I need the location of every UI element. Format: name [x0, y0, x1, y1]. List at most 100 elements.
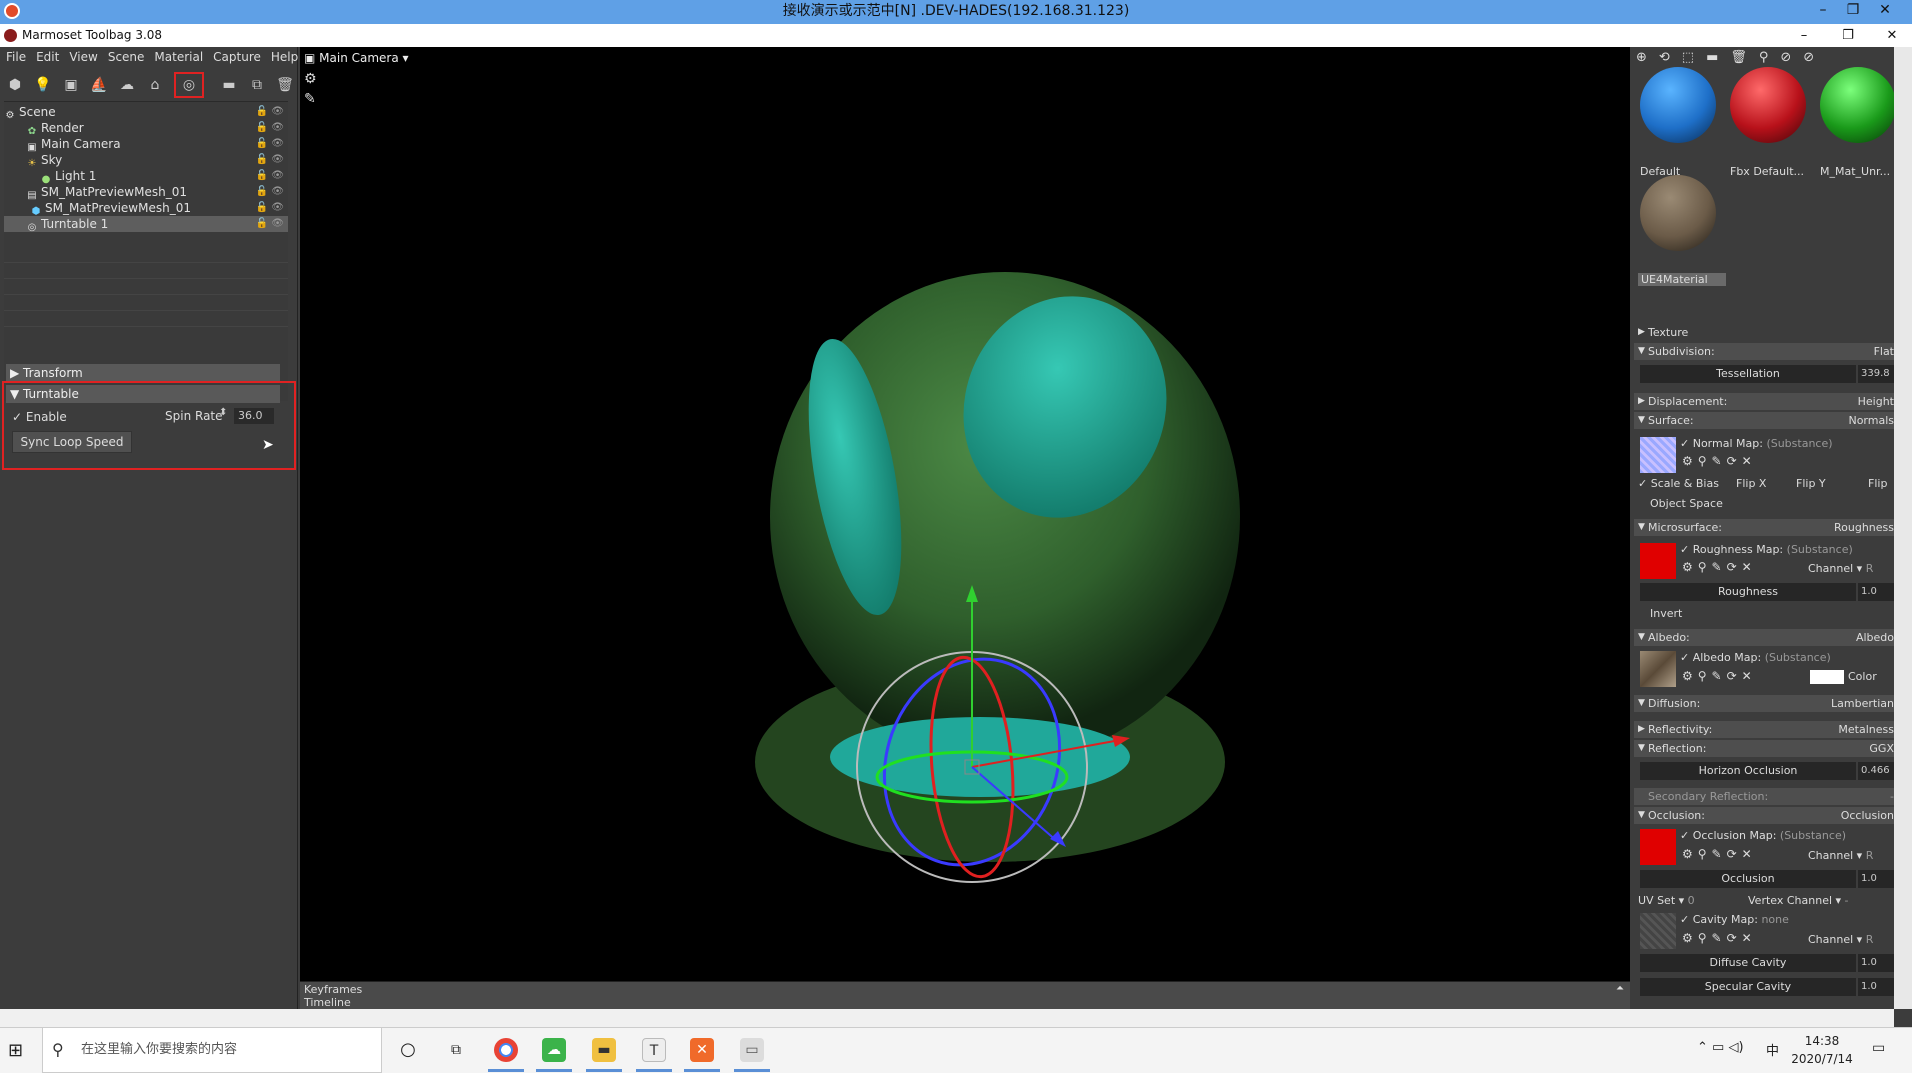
tree-item-scene[interactable]: ⚙ Scene 🔓 👁: [4, 104, 288, 121]
clock-date[interactable]: 2020/7/14: [1788, 1052, 1856, 1066]
section-surface[interactable]: ▼ Surface: Normals: [1634, 412, 1894, 429]
specular-cavity-slider[interactable]: Specular Cavity: [1640, 978, 1856, 996]
app-minimize-button[interactable]: –: [1786, 24, 1822, 47]
flip-z-checkbox[interactable]: Flip: [1868, 477, 1887, 490]
wechat-icon[interactable]: ☁: [542, 1038, 566, 1062]
cortana-icon[interactable]: ○: [396, 1038, 420, 1062]
remote-minimize-button[interactable]: –: [1808, 0, 1838, 24]
material-thumb-ue4material[interactable]: [1640, 175, 1716, 251]
tree-item-main-camera[interactable]: ▣ Main Camera 🔓 👁: [4, 136, 288, 153]
horizon-occlusion-value[interactable]: 0.466: [1858, 762, 1894, 780]
albedo-map-swatch[interactable]: [1640, 651, 1676, 687]
texture-slot-icons[interactable]: ⚙⚲✎⟳✕: [1682, 454, 1757, 468]
lock-visibility-icons[interactable]: 🔓 👁: [256, 216, 284, 232]
notification-icon[interactable]: ▭: [1872, 1040, 1885, 1056]
lock-visibility-icons[interactable]: 🔓 👁: [256, 168, 284, 184]
add-turntable-icon[interactable]: ◎: [174, 72, 204, 98]
menu-capture[interactable]: Capture: [213, 50, 261, 64]
section-reflectivity[interactable]: ▶ Reflectivity: Metalness: [1634, 721, 1894, 738]
duplicate-icon[interactable]: ⧉: [248, 76, 266, 94]
add-shadow-catcher-icon[interactable]: ⛵: [90, 76, 108, 94]
ime-indicator[interactable]: 中: [1766, 1040, 1779, 1059]
section-transform[interactable]: ▶ Transform: [6, 364, 280, 382]
tessellation-value[interactable]: 339.8: [1858, 365, 1894, 383]
channel-dropdown[interactable]: Channel ▾ R: [1808, 562, 1873, 575]
add-light-icon[interactable]: 💡: [34, 76, 52, 94]
texture-slot-icons[interactable]: ⚙⚲✎⟳✕: [1682, 669, 1757, 683]
section-secondary-reflection[interactable]: Secondary Reflection: -: [1634, 788, 1894, 805]
diffuse-cavity-value[interactable]: 1.0: [1858, 954, 1894, 972]
lock-visibility-icons[interactable]: 🔓 👁: [256, 152, 284, 168]
diffuse-cavity-slider[interactable]: Diffuse Cavity: [1640, 954, 1856, 972]
task-view-icon[interactable]: ⧉: [444, 1038, 468, 1062]
file-explorer-icon[interactable]: ▬: [592, 1038, 616, 1062]
chrome-icon[interactable]: [494, 1038, 518, 1062]
text-editor-icon[interactable]: T: [642, 1038, 666, 1062]
texture-slot-icons[interactable]: ⚙⚲✎⟳✕: [1682, 847, 1757, 861]
tree-item-mesh-2[interactable]: ⬢ SM_MatPreviewMesh_01 🔓 👁: [4, 200, 288, 217]
material-thumb-default[interactable]: [1640, 67, 1716, 143]
tree-item-light-1[interactable]: ● Light 1 🔓 👁: [4, 168, 288, 185]
section-diffusion[interactable]: ▼ Diffusion: Lambertian: [1634, 695, 1894, 712]
menu-help[interactable]: Help: [271, 50, 298, 64]
occlusion-value[interactable]: 1.0: [1858, 870, 1894, 888]
right-panel-scrollbar[interactable]: [1894, 47, 1912, 1009]
open-folder-icon[interactable]: ▬: [220, 76, 238, 94]
app-close-button[interactable]: ✕: [1874, 24, 1910, 47]
add-fog-icon[interactable]: ☁: [118, 76, 136, 94]
lock-visibility-icons[interactable]: 🔓 👁: [256, 120, 284, 136]
section-displacement[interactable]: ▶ Displacement: Height: [1634, 393, 1894, 410]
lock-visibility-icons[interactable]: 🔓 👁: [256, 136, 284, 152]
material-toolbar[interactable]: ⊕⟲⬚▬🗑⚲⊘⊘: [1636, 50, 1826, 65]
sync-loop-speed-button[interactable]: Sync Loop Speed: [12, 431, 132, 453]
specular-cavity-value[interactable]: 1.0: [1858, 978, 1894, 996]
tessellation-slider[interactable]: Tessellation: [1640, 365, 1856, 383]
section-occlusion[interactable]: ▼ Occlusion: Occlusion: [1634, 807, 1894, 824]
section-microsurface[interactable]: ▼ Microsurface: Roughness: [1634, 519, 1894, 536]
albedo-color-swatch[interactable]: [1810, 670, 1844, 684]
horizontal-scrollbar[interactable]: [0, 1009, 1894, 1027]
roughness-map-swatch[interactable]: [1640, 543, 1676, 579]
menu-view[interactable]: View: [69, 50, 97, 64]
roughness-slider[interactable]: Roughness: [1640, 583, 1856, 601]
taskbar-search-input[interactable]: 在这里输入你要搜索的内容: [42, 1027, 382, 1073]
menu-material[interactable]: Material: [154, 50, 203, 64]
tree-item-mesh-1[interactable]: ▤ SM_MatPreviewMesh_01 🔓 👁: [4, 184, 288, 201]
spin-rate-input[interactable]: 36.0: [234, 408, 274, 424]
menu-scene[interactable]: Scene: [108, 50, 145, 64]
tree-item-sky[interactable]: ☀ Sky 🔓 👁: [4, 152, 288, 169]
occlusion-map-swatch[interactable]: [1640, 829, 1676, 865]
section-reflection[interactable]: ▼ Reflection: GGX: [1634, 740, 1894, 757]
material-thumb-m-mat[interactable]: [1820, 67, 1894, 143]
horizon-occlusion-slider[interactable]: Horizon Occlusion: [1640, 762, 1856, 780]
app-restore-button[interactable]: ❐: [1830, 24, 1866, 47]
flip-y-checkbox[interactable]: Flip Y: [1796, 477, 1826, 490]
cavity-map-swatch[interactable]: [1640, 913, 1676, 949]
clock-time[interactable]: 14:38: [1788, 1034, 1856, 1048]
delete-icon[interactable]: 🗑: [276, 76, 294, 94]
viewport[interactable]: ▣ Main Camera ▾ ⚙ ✎: [300, 47, 1630, 981]
texture-slot-icons[interactable]: ⚙⚲✎⟳✕: [1682, 560, 1757, 574]
remote-close-button[interactable]: ✕: [1870, 0, 1900, 24]
material-thumb-fbx-default[interactable]: [1730, 67, 1806, 143]
invert-checkbox[interactable]: Invert: [1650, 607, 1682, 620]
add-mesh-icon[interactable]: ⬢: [6, 76, 24, 94]
lock-visibility-icons[interactable]: 🔓 👁: [256, 184, 284, 200]
system-tray-icons[interactable]: ⌃ ▭ ◁): [1697, 1040, 1744, 1055]
flip-x-checkbox[interactable]: Flip X: [1736, 477, 1766, 490]
scale-bias-checkbox[interactable]: ✓ Scale & Bias: [1638, 477, 1719, 490]
remote-restore-button[interactable]: ❐: [1838, 0, 1868, 24]
expand-timeline-icon[interactable]: ⏶: [1616, 983, 1624, 994]
section-texture[interactable]: ▶ Texture: [1634, 324, 1894, 341]
texture-slot-icons[interactable]: ⚙⚲✎⟳✕: [1682, 931, 1757, 945]
menu-edit[interactable]: Edit: [36, 50, 59, 64]
channel-dropdown[interactable]: Channel ▾ R: [1808, 849, 1873, 862]
tree-item-turntable-1[interactable]: ◎ Turntable 1 🔓 👁: [4, 216, 288, 233]
roughness-value[interactable]: 1.0: [1858, 583, 1894, 601]
object-space-checkbox[interactable]: Object Space: [1650, 497, 1723, 510]
lock-visibility-icons[interactable]: 🔓 👁: [256, 200, 284, 216]
menu-file[interactable]: File: [6, 50, 26, 64]
remote-desktop-icon[interactable]: ▭: [740, 1038, 764, 1062]
windows-start-icon[interactable]: ⊞: [8, 1040, 23, 1061]
section-albedo[interactable]: ▼ Albedo: Albedo: [1634, 629, 1894, 646]
